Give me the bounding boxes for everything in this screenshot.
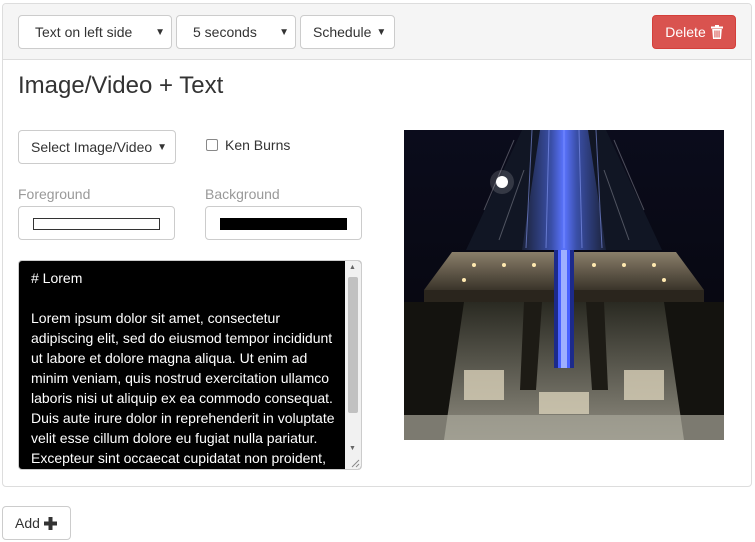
select-media-label: Select Image/Video <box>31 139 153 155</box>
foreground-label: Foreground <box>18 186 91 202</box>
textarea-scrollbar[interactable]: ▲ ▼ <box>345 261 361 469</box>
schedule-button[interactable]: Schedule ▼ <box>300 15 395 49</box>
duration-select-value: 5 seconds <box>193 24 257 40</box>
schedule-label: Schedule <box>313 24 372 40</box>
background-swatch <box>220 218 347 230</box>
slide-toolbar: Text on left side ▼ 5 seconds ▼ Schedule… <box>3 4 751 60</box>
media-preview <box>404 130 724 440</box>
foreground-color-picker[interactable] <box>18 206 175 240</box>
add-button[interactable]: Add <box>2 506 71 540</box>
background-label: Background <box>205 186 280 202</box>
foreground-swatch <box>33 218 160 230</box>
building-photo <box>404 130 724 440</box>
caret-down-icon: ▼ <box>279 27 289 38</box>
resize-handle-icon[interactable] <box>350 458 360 468</box>
select-media-button[interactable]: Select Image/Video ▼ <box>18 130 176 164</box>
add-label: Add <box>15 515 40 531</box>
scroll-up-icon[interactable]: ▲ <box>349 264 356 271</box>
caret-down-icon: ▼ <box>155 27 165 38</box>
trash-icon <box>710 25 723 39</box>
delete-button[interactable]: Delete <box>652 15 736 49</box>
ken-burns-label: Ken Burns <box>225 137 291 153</box>
duration-select[interactable]: 5 seconds ▼ <box>176 15 296 49</box>
caret-down-icon: ▼ <box>157 141 168 153</box>
plus-icon <box>43 516 57 530</box>
scroll-thumb[interactable] <box>348 277 358 413</box>
section-title: Image/Video + Text <box>18 72 224 99</box>
background-color-picker[interactable] <box>205 206 362 240</box>
caret-down-icon: ▼ <box>376 26 387 38</box>
text-content: # Lorem Lorem ipsum dolor sit amet, cons… <box>31 270 335 466</box>
text-content-textarea[interactable]: # Lorem Lorem ipsum dolor sit amet, cons… <box>18 260 362 470</box>
layout-select-value: Text on left side <box>35 24 133 40</box>
scroll-down-icon[interactable]: ▼ <box>349 445 356 452</box>
delete-label: Delete <box>665 24 706 40</box>
ken-burns-checkbox[interactable] <box>206 139 218 151</box>
layout-select[interactable]: Text on left side ▼ <box>18 15 172 49</box>
